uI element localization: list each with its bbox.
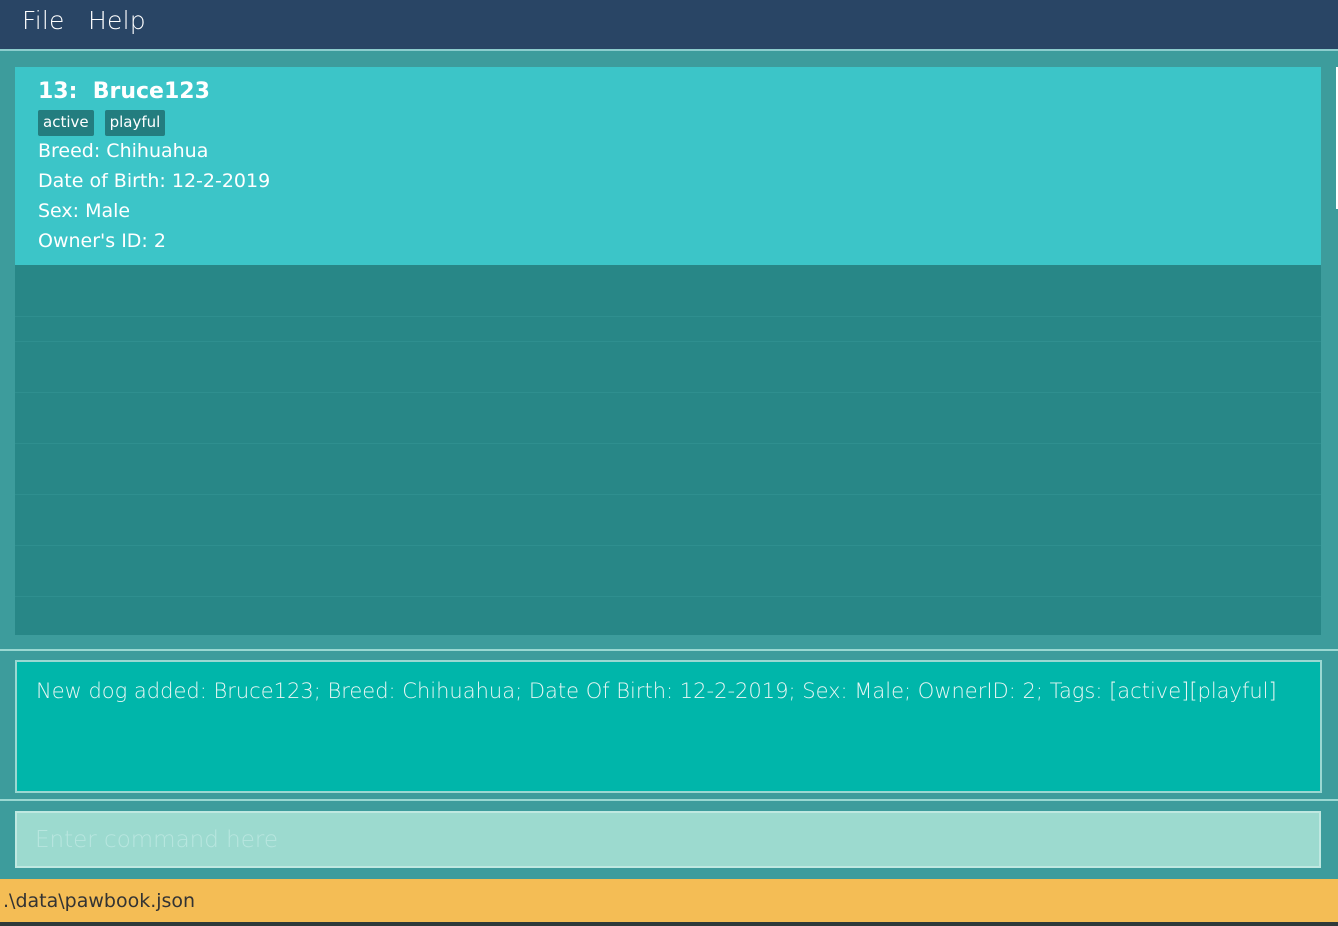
dog-sex: Sex: Male (38, 200, 131, 222)
window-bottom-edge (0, 922, 1338, 926)
command-input[interactable] (17, 813, 1319, 866)
list-item-empty (15, 341, 1321, 393)
pawbook-window: File Help 13: Bruce123 active playful Br… (0, 0, 1338, 926)
tag-playful: playful (104, 110, 166, 136)
dog-card[interactable]: 13: Bruce123 active playful Breed: Chihu… (15, 67, 1321, 265)
menu-file[interactable]: File (22, 6, 65, 35)
tag-active: active (38, 110, 94, 136)
result-display: New dog added: Bruce123; Breed: Chihuahu… (15, 660, 1322, 793)
dog-list-panel: 13: Bruce123 active playful Breed: Chihu… (15, 67, 1321, 635)
list-item-empty (15, 392, 1321, 444)
menu-help[interactable]: Help (88, 6, 146, 35)
dog-owner-id: Owner's ID: 2 (38, 230, 166, 252)
dog-card-tags: active playful (38, 110, 166, 136)
list-item-empty (15, 443, 1321, 495)
menu-bar: File Help (0, 0, 1338, 51)
panel-divider (0, 649, 1338, 651)
dog-card-title: 13: Bruce123 (38, 79, 210, 104)
dog-breed: Breed: Chihuahua (38, 140, 209, 162)
save-file-path: .\data\pawbook.json (3, 890, 196, 912)
status-bar: .\data\pawbook.json (0, 879, 1338, 922)
list-item-empty (15, 545, 1321, 597)
list-item-empty (15, 494, 1321, 546)
list-item-empty (15, 290, 1321, 342)
command-box (15, 811, 1321, 868)
panel-divider (0, 799, 1338, 801)
result-message: New dog added: Bruce123; Breed: Chihuahu… (36, 679, 1277, 703)
dog-date-of-birth: Date of Birth: 12-2-2019 (38, 170, 271, 192)
